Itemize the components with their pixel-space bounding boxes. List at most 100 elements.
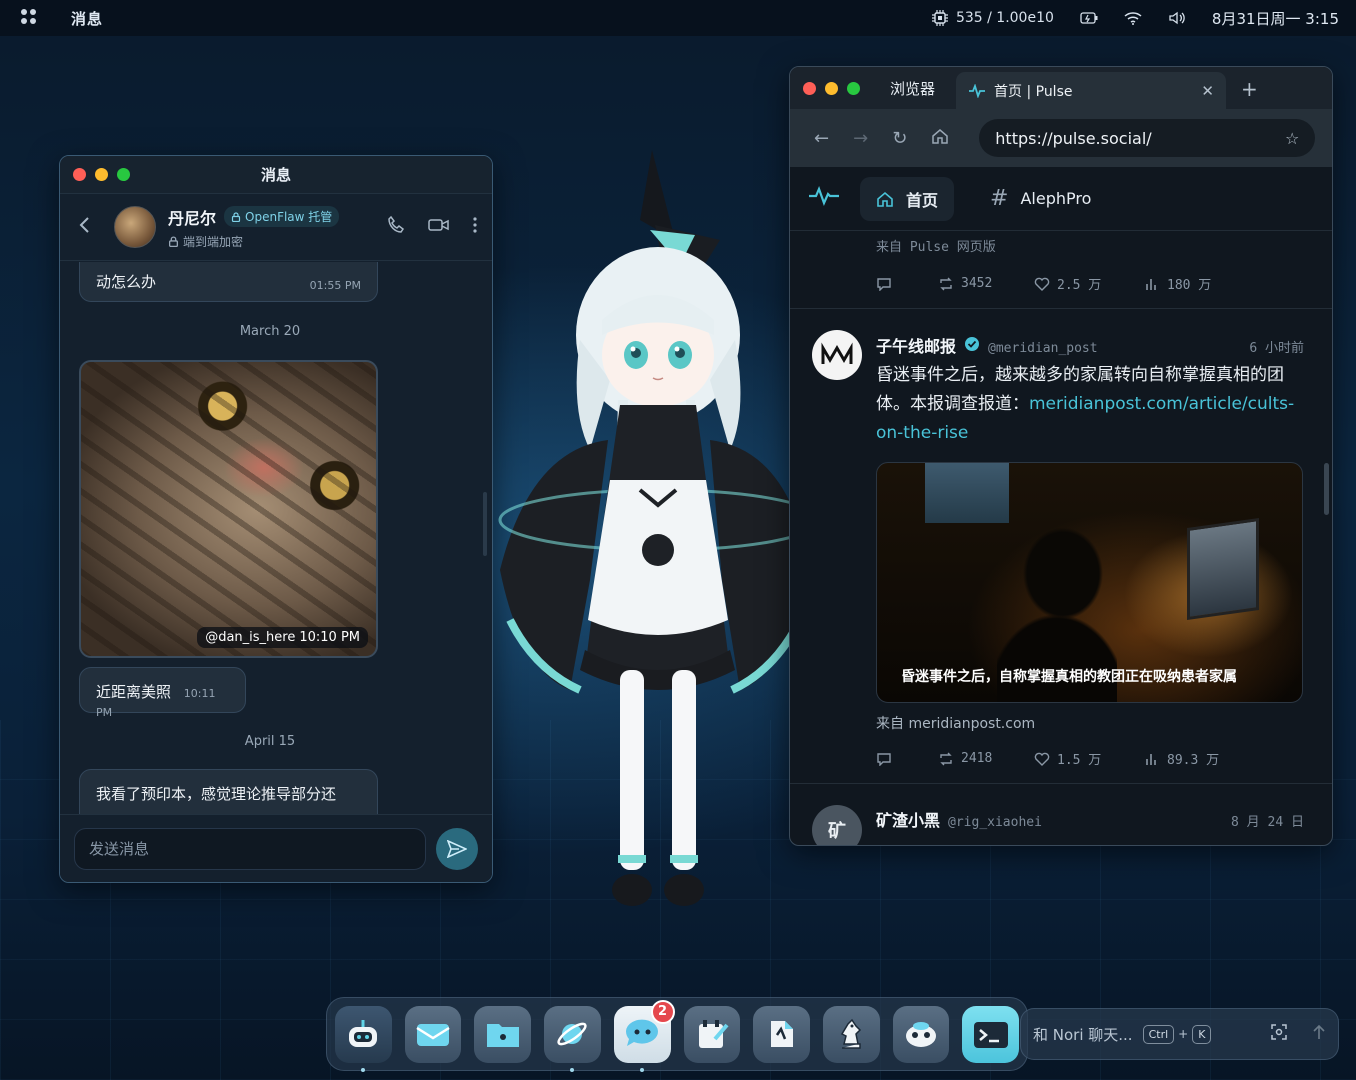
managed-badge: OpenFlaw 托管 bbox=[224, 206, 340, 227]
volume-indicator[interactable] bbox=[1168, 11, 1186, 25]
chat-body[interactable]: 动怎么办 01:55 PM March 20 @dan_is_here 10:1… bbox=[60, 262, 492, 817]
maximize-button[interactable] bbox=[847, 81, 860, 95]
unread-badge: 2 bbox=[650, 999, 675, 1024]
post-author[interactable]: 子午线邮报 bbox=[876, 333, 956, 357]
like-button[interactable]: 2.5 万 bbox=[1034, 274, 1144, 293]
message-bubble[interactable]: 动怎么办 01:55 PM bbox=[79, 262, 378, 302]
address-bar[interactable]: https://pulse.social/ ☆ bbox=[979, 119, 1316, 157]
new-tab-icon[interactable]: + bbox=[1241, 77, 1258, 101]
nav-home[interactable]: 首页 bbox=[860, 176, 955, 221]
pulse-nav: 首页 # AlephPro bbox=[790, 167, 1332, 231]
pulse-logo-icon[interactable] bbox=[808, 185, 840, 212]
contact-name: 丹尼尔 bbox=[168, 208, 217, 228]
feed[interactable]: 来自 Pulse 网页版 3452 2.5 万 180 万 子午线邮报 @mer… bbox=[790, 231, 1332, 845]
repost-button[interactable]: 3452 bbox=[938, 274, 1034, 293]
avatar-letter: 矿 bbox=[828, 821, 846, 842]
menu-bar: 消息 535 / 1.00e10 8月31日周一 3:15 bbox=[0, 0, 1356, 36]
pulse-tab-icon bbox=[969, 83, 985, 98]
notepad-icon bbox=[698, 1020, 729, 1048]
message-input[interactable] bbox=[74, 827, 426, 870]
browser-window: 浏览器 首页 | Pulse ✕ + ← → ↻ https://pulse.s… bbox=[789, 66, 1333, 846]
shortcut-plus: + bbox=[1178, 1027, 1189, 1041]
mail-icon bbox=[416, 1024, 450, 1046]
dock-creature-app[interactable] bbox=[892, 1005, 950, 1063]
post-avatar[interactable] bbox=[812, 330, 862, 380]
browser-titlebar[interactable]: 浏览器 首页 | Pulse ✕ + bbox=[790, 67, 1332, 109]
cpu-indicator[interactable]: 535 / 1.00e10 bbox=[931, 10, 1054, 26]
feed-scrollbar[interactable] bbox=[1324, 463, 1329, 515]
like-count: 2.5 万 bbox=[1057, 278, 1102, 293]
wifi-indicator[interactable] bbox=[1124, 11, 1142, 25]
repost-count: 3452 bbox=[961, 276, 993, 291]
lock-icon bbox=[231, 211, 241, 222]
image-window-detail bbox=[925, 463, 1009, 523]
message-photo[interactable]: @dan_is_here 10:10 PM bbox=[79, 360, 378, 658]
dock-notes-app[interactable] bbox=[683, 1005, 741, 1063]
nori-chat-bar[interactable]: 和 Nori 聊天... Ctrl + K bbox=[1020, 1008, 1339, 1060]
clock[interactable]: 8月31日周一 3:15 bbox=[1212, 8, 1339, 29]
bookmark-star-icon[interactable]: ☆ bbox=[1285, 129, 1299, 148]
repost-button[interactable]: 2418 bbox=[938, 749, 1034, 768]
minimize-button[interactable] bbox=[95, 168, 108, 181]
like-button[interactable]: 1.5 万 bbox=[1034, 749, 1144, 768]
message-bubble[interactable]: 我看了预印本，感觉理论推导部分还 bbox=[79, 769, 378, 817]
chevron-left-icon bbox=[79, 217, 89, 233]
view-count: 89.3 万 bbox=[1167, 753, 1220, 768]
message-bubble[interactable]: 近距离美照 10:11 PM bbox=[79, 667, 246, 719]
post-text: 昏迷事件之后，越来越多的家属转向自称掌握真相的团体。本报调查报道：meridia… bbox=[876, 361, 1296, 448]
screen-capture-icon[interactable] bbox=[1270, 1023, 1288, 1045]
post-avatar[interactable]: 矿 bbox=[812, 805, 862, 845]
browser-tab[interactable]: 首页 | Pulse ✕ bbox=[956, 72, 1226, 109]
messages-titlebar[interactable]: 消息 bbox=[60, 156, 492, 194]
battery-indicator[interactable] bbox=[1080, 11, 1098, 25]
dock-mail-app[interactable] bbox=[404, 1005, 462, 1063]
send-icon bbox=[447, 839, 467, 858]
shortcut-key-ctrl: Ctrl bbox=[1142, 1024, 1175, 1044]
reload-icon[interactable]: ↻ bbox=[892, 128, 907, 149]
dock-chess-app[interactable] bbox=[822, 1005, 880, 1063]
contact-avatar[interactable] bbox=[114, 206, 156, 248]
dock-browser-app[interactable] bbox=[544, 1005, 601, 1072]
post-handle[interactable]: @rig_xiaohei bbox=[948, 815, 1042, 830]
post-handle[interactable]: @meridian_post bbox=[988, 341, 1098, 356]
post-author[interactable]: 矿渣小黑 bbox=[876, 807, 940, 831]
minimize-button[interactable] bbox=[825, 81, 838, 95]
post-image[interactable]: 昏迷事件之后，自称掌握真相的教团正在吸纳患者家属 bbox=[876, 462, 1303, 703]
back-arrow-icon[interactable]: ← bbox=[814, 128, 829, 149]
lock-icon bbox=[168, 235, 179, 247]
dock-robot-app[interactable] bbox=[335, 1005, 392, 1072]
book-icon bbox=[770, 1021, 793, 1047]
heart-icon bbox=[1034, 752, 1050, 766]
active-app-title: 消息 bbox=[71, 9, 104, 28]
dock-book-app[interactable] bbox=[753, 1005, 810, 1063]
phone-icon[interactable] bbox=[386, 215, 406, 240]
views-stat: 180 万 bbox=[1144, 274, 1211, 293]
send-arrow-icon[interactable] bbox=[1312, 1024, 1326, 1044]
date-separator: March 20 bbox=[239, 324, 301, 339]
home-icon[interactable] bbox=[931, 127, 949, 150]
dock-files-app[interactable] bbox=[474, 1005, 532, 1063]
home-icon bbox=[877, 191, 893, 207]
reply-icon[interactable] bbox=[876, 274, 938, 293]
repost-icon bbox=[940, 752, 952, 765]
video-icon[interactable] bbox=[428, 217, 450, 238]
post-source: 来自 Pulse 网页版 bbox=[876, 240, 996, 255]
folder-icon bbox=[486, 1024, 519, 1047]
views-stat: 89.3 万 bbox=[1144, 749, 1219, 768]
send-button[interactable] bbox=[436, 827, 478, 870]
more-icon[interactable] bbox=[472, 216, 478, 239]
reply-icon[interactable] bbox=[876, 749, 938, 768]
close-button[interactable] bbox=[73, 168, 86, 181]
chat-scrollbar[interactable] bbox=[483, 492, 487, 556]
tab-close-icon[interactable]: ✕ bbox=[1201, 82, 1214, 100]
nav-tag[interactable]: # AlephPro bbox=[974, 177, 1107, 221]
dock-terminal-app[interactable] bbox=[962, 1005, 1020, 1063]
back-button[interactable] bbox=[78, 215, 96, 239]
maximize-button[interactable] bbox=[117, 168, 130, 181]
close-button[interactable] bbox=[803, 81, 816, 95]
dock-messages-app[interactable]: 2 bbox=[613, 999, 675, 1072]
forward-arrow-icon[interactable]: → bbox=[853, 128, 868, 149]
encryption-label: 端到端加密 bbox=[183, 234, 244, 249]
app-launcher-icon[interactable] bbox=[21, 9, 39, 27]
message-text: 我看了预印本，感觉理论推导部分还 bbox=[96, 785, 337, 803]
